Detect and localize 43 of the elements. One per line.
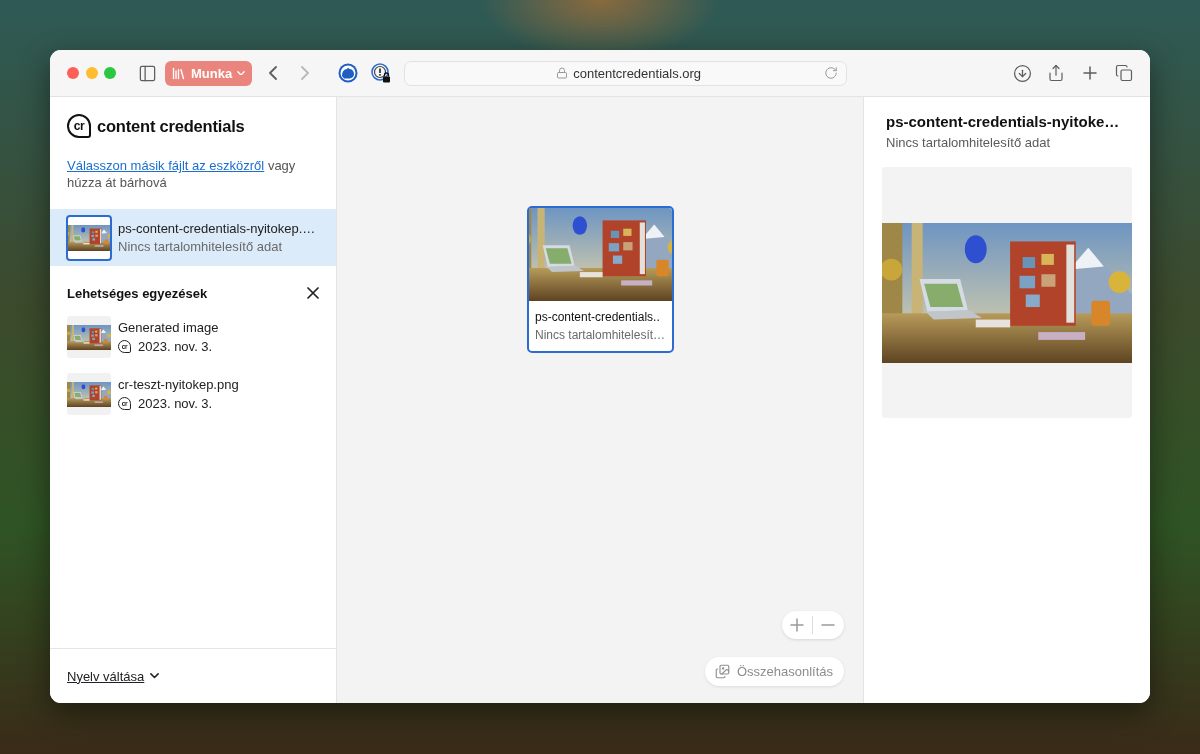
match-date: 2023. nov. 3. — [138, 395, 213, 412]
image-card[interactable]: ps-content-credentials.. Nincs tartalomhitelesít… — [527, 206, 674, 353]
window-close-button[interactable] — [67, 67, 79, 79]
close-icon — [307, 287, 319, 299]
file-list-item[interactable]: ps-content-credentials-nyitokep.… Nincs tartalomhitelesítő adat — [50, 209, 336, 266]
section-title: Lehetséges egyezések — [67, 285, 208, 301]
details-status: Nincs tartalomhitelesítő adat — [886, 134, 1052, 151]
match-name: Generated image — [118, 319, 219, 336]
chevron-left-icon — [269, 66, 278, 80]
match-date: 2023. nov. 3. — [138, 338, 213, 355]
images-icon — [714, 664, 730, 679]
language-switch-button[interactable]: Nyelv váltása — [67, 668, 160, 684]
sidebar-icon — [137, 63, 157, 83]
image-thumbnail[interactable] — [67, 316, 111, 358]
circle-logo-icon — [338, 63, 359, 83]
desk-scene-drawing — [68, 224, 110, 251]
details-title: ps-content-credentials-nyitoke… — [886, 112, 1121, 131]
image-thumbnail[interactable] — [67, 373, 111, 415]
file-name: ps-content-credentials-nyitokep.… — [118, 219, 316, 238]
match-name: cr-teszt-nyitokep.png — [118, 376, 239, 393]
choose-file-link[interactable]: Válasszon másik fájlt az eszközről — [67, 158, 265, 173]
close-button[interactable] — [307, 287, 319, 299]
chevron-down-icon — [237, 70, 246, 76]
file-status: Nincs tartalomhitelesít… — [535, 327, 667, 344]
address-field[interactable]: contentcredentials.org — [404, 60, 848, 86]
download-icon — [1012, 63, 1032, 83]
plus-icon — [1083, 66, 1097, 80]
file-name: ps-content-credentials.. — [535, 309, 661, 326]
chevron-right-icon — [301, 66, 310, 80]
plus-icon — [790, 618, 804, 632]
file-status: Nincs tartalomhitelesítő adat — [118, 237, 284, 256]
upload-hint: Válasszon másik fájlt az eszközről vagy húzza át bárhová — [67, 157, 297, 191]
minus-icon — [821, 624, 835, 626]
logo-mark: cr — [67, 114, 91, 138]
alert-lock-icon — [371, 63, 392, 83]
share-icon — [1047, 64, 1065, 82]
logo-text: content credentials — [97, 116, 245, 136]
books-icon — [171, 65, 186, 81]
lock-icon — [556, 67, 569, 79]
chevron-down-icon — [150, 673, 160, 679]
desk-scene-drawing — [67, 381, 111, 407]
squares-icon — [1115, 64, 1133, 82]
desk-scene-drawing — [67, 324, 111, 350]
